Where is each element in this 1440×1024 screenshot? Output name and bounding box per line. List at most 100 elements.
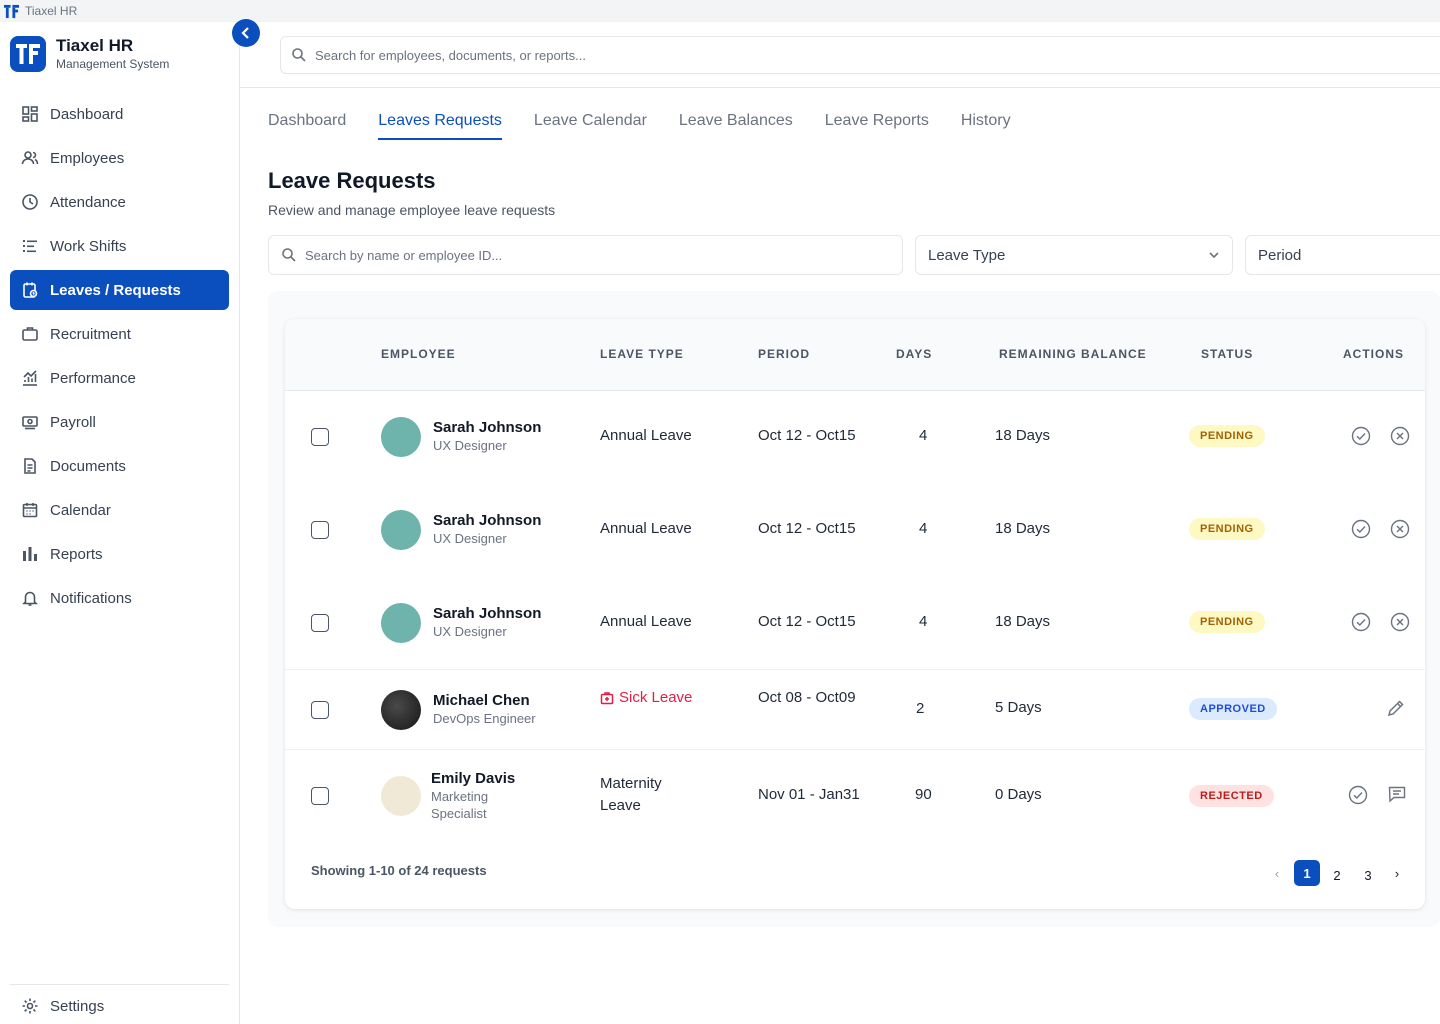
- employee-name: Michael Chen: [433, 692, 530, 709]
- row-checkbox[interactable]: [311, 701, 329, 719]
- leave-period: Oct 12 - Oct15: [758, 520, 856, 537]
- sidebar-item-recruitment[interactable]: Recruitment: [10, 314, 229, 354]
- leave-period: Oct 12 - Oct15: [758, 613, 856, 630]
- approve-button[interactable]: [1348, 785, 1368, 805]
- app-logo-icon: [4, 4, 19, 18]
- approve-button[interactable]: [1351, 426, 1371, 446]
- sidebar-item-notifications[interactable]: Notifications: [10, 578, 229, 618]
- column-header-days: DAYS: [896, 347, 933, 361]
- leave-type-line1: Maternity: [600, 775, 662, 792]
- sidebar-item-attendance[interactable]: Attendance: [10, 182, 229, 222]
- medical-kit-icon: [600, 692, 614, 705]
- tab-leave-balances[interactable]: Leave Balances: [679, 112, 793, 140]
- row-checkbox[interactable]: [311, 787, 329, 805]
- clock-icon: [21, 193, 39, 211]
- bell-icon: [21, 589, 39, 607]
- collapse-sidebar-button[interactable]: [232, 19, 260, 47]
- sidebar-item-work-shifts[interactable]: Work Shifts: [10, 226, 229, 266]
- leave-days: 4: [919, 427, 928, 444]
- leave-type-select-value: Leave Type: [928, 246, 1006, 264]
- sidebar-item-label: Performance: [50, 369, 136, 387]
- sidebar-item-payroll[interactable]: Payroll: [10, 402, 229, 442]
- tab-leaves-requests[interactable]: Leaves Requests: [378, 112, 502, 140]
- column-header-leave-type: LEAVE TYPE: [600, 347, 684, 361]
- chevron-left-icon: [241, 27, 249, 39]
- period-select[interactable]: Period: [1245, 235, 1440, 275]
- prev-page-button[interactable]: ‹: [1264, 860, 1290, 886]
- tab-leave-reports[interactable]: Leave Reports: [825, 112, 929, 140]
- remaining-balance: 0 Days: [995, 786, 1042, 803]
- column-header-actions: ACTIONS: [1343, 347, 1404, 361]
- period-select-value: Period: [1258, 246, 1302, 264]
- reject-button[interactable]: [1390, 426, 1410, 446]
- reject-button[interactable]: [1390, 519, 1410, 539]
- window-titlebar: Tiaxel HR: [0, 0, 1440, 22]
- briefcase-icon: [21, 325, 39, 343]
- page-2-button[interactable]: 2: [1324, 862, 1350, 888]
- column-header-status: STATUS: [1201, 347, 1254, 361]
- sidebar-item-calendar[interactable]: Calendar: [10, 490, 229, 530]
- remaining-balance: 5 Days: [995, 699, 1042, 716]
- page-1-button[interactable]: 1: [1294, 860, 1320, 886]
- sidebar-item-dashboard[interactable]: Dashboard: [10, 94, 229, 134]
- leave-type: Annual Leave: [600, 520, 692, 537]
- sidebar-item-label: Documents: [50, 457, 126, 475]
- search-icon: [282, 248, 296, 262]
- avatar: [381, 690, 421, 730]
- leave-type: Sick Leave: [619, 689, 693, 706]
- employee-search-input[interactable]: [305, 247, 864, 263]
- tab-leave-calendar[interactable]: Leave Calendar: [534, 112, 647, 140]
- global-search-input[interactable]: [315, 47, 1358, 63]
- leave-type-select[interactable]: Leave Type: [915, 235, 1233, 275]
- leave-icon: [21, 281, 39, 299]
- main-content: Dashboard Leaves Requests Leave Calendar…: [240, 88, 1440, 1024]
- comment-icon: [1388, 786, 1406, 803]
- table-row: Sarah Johnson UX Designer Annual Leave O…: [285, 577, 1425, 670]
- avatar: [381, 510, 421, 550]
- reject-button[interactable]: [1390, 612, 1410, 632]
- avatar: [381, 417, 421, 457]
- employee-role: UX Designer: [433, 531, 507, 546]
- leave-days: 2: [916, 700, 925, 717]
- edit-button[interactable]: [1386, 698, 1406, 718]
- calendar-icon: [21, 501, 39, 519]
- column-header-remaining-balance: REMAINING BALANCE: [999, 347, 1147, 361]
- tab-history[interactable]: History: [961, 112, 1011, 140]
- sidebar-item-label: Reports: [50, 545, 103, 563]
- table-row: Michael Chen DevOps Engineer Sick Leave …: [285, 670, 1425, 750]
- sidebar-nav: Dashboard Employees Attendance Work Shif…: [10, 94, 229, 622]
- x-circle-icon: [1390, 612, 1410, 632]
- leave-type: Annual Leave: [600, 613, 692, 630]
- row-checkbox[interactable]: [311, 521, 329, 539]
- page-3-button[interactable]: 3: [1355, 862, 1381, 888]
- next-page-button[interactable]: ›: [1384, 860, 1410, 886]
- x-circle-icon: [1390, 426, 1410, 446]
- results-count: Showing 1-10 of 24 requests: [311, 863, 487, 878]
- approve-button[interactable]: [1351, 519, 1371, 539]
- search-icon: [292, 48, 306, 62]
- column-header-period: PERIOD: [758, 347, 811, 361]
- sidebar-item-employees[interactable]: Employees: [10, 138, 229, 178]
- sidebar-item-documents[interactable]: Documents: [10, 446, 229, 486]
- approve-button[interactable]: [1351, 612, 1371, 632]
- tab-dashboard[interactable]: Dashboard: [268, 112, 346, 140]
- status-badge: PENDING: [1189, 611, 1265, 633]
- sidebar-item-label: Leaves / Requests: [50, 281, 181, 299]
- sidebar-item-settings[interactable]: Settings: [10, 987, 229, 1024]
- x-circle-icon: [1390, 519, 1410, 539]
- avatar: [381, 603, 421, 643]
- leave-days: 4: [919, 520, 928, 537]
- table-row: Emily Davis Marketing Specialist Materni…: [285, 750, 1425, 845]
- page-title: Leave Requests: [268, 168, 436, 193]
- sidebar-item-label: Calendar: [50, 501, 111, 519]
- leave-period: Oct 08 - Oct09: [758, 689, 856, 706]
- sidebar-item-reports[interactable]: Reports: [10, 534, 229, 574]
- sidebar-item-performance[interactable]: Performance: [10, 358, 229, 398]
- row-checkbox[interactable]: [311, 428, 329, 446]
- comment-button[interactable]: [1387, 784, 1407, 804]
- sidebar-item-label: Payroll: [50, 413, 96, 431]
- sidebar-item-leaves-requests[interactable]: Leaves / Requests: [10, 270, 229, 310]
- status-badge: REJECTED: [1189, 785, 1274, 807]
- row-checkbox[interactable]: [311, 614, 329, 632]
- leave-requests-table: EMPLOYEE LEAVE TYPE PERIOD DAYS REMAININ…: [285, 319, 1425, 909]
